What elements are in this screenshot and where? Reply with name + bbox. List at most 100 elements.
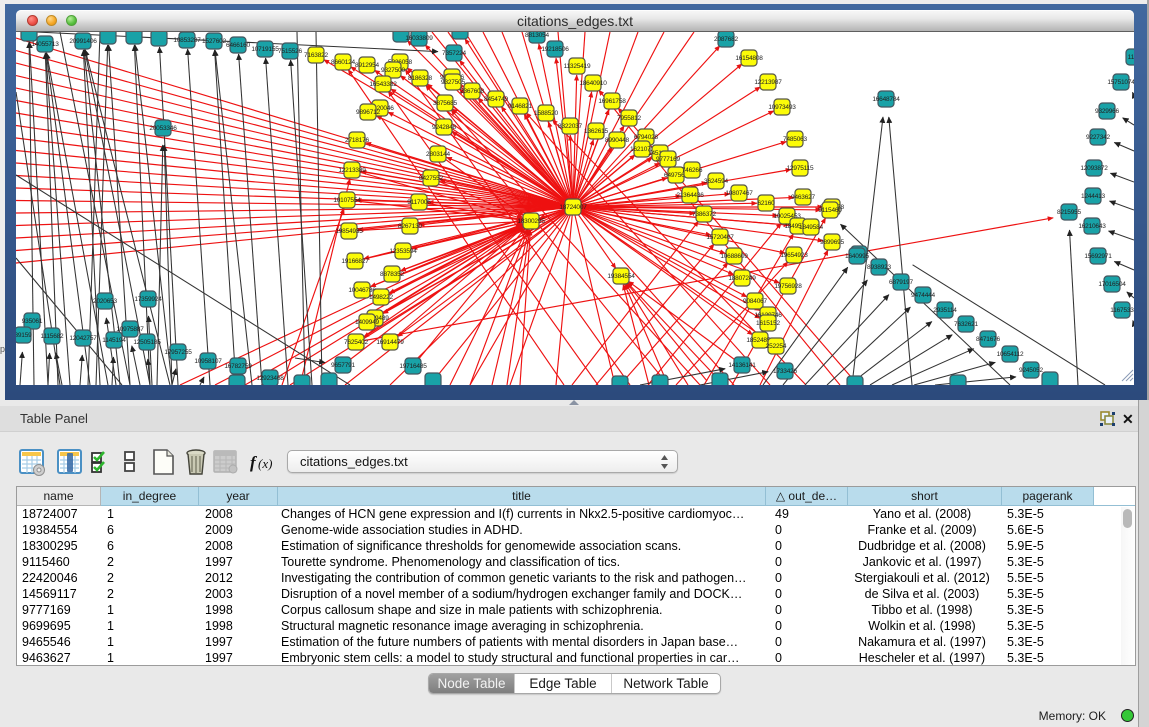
svg-text:1588520: 1588520 xyxy=(534,110,558,117)
svg-text:1167533: 1167533 xyxy=(1110,307,1134,314)
svg-text:9777169: 9777169 xyxy=(656,156,680,163)
svg-text:12923468: 12923468 xyxy=(256,375,284,382)
svg-text:f: f xyxy=(250,453,258,472)
svg-text:17359924: 17359924 xyxy=(134,296,162,303)
svg-text:8938923: 8938923 xyxy=(867,264,891,271)
svg-text:1145194: 1145194 xyxy=(102,337,126,344)
svg-text:10046786: 10046786 xyxy=(348,287,376,294)
svg-text:3875685: 3875685 xyxy=(433,100,457,107)
svg-text:1849584: 1849584 xyxy=(799,224,823,231)
svg-text:7955812: 7955812 xyxy=(617,115,641,122)
svg-text:18640910: 18640910 xyxy=(579,80,607,87)
svg-text:19384554: 19384554 xyxy=(607,273,635,280)
svg-text:8267130: 8267130 xyxy=(398,223,422,230)
svg-text:1244413: 1244413 xyxy=(1081,193,1105,200)
svg-text:7625402: 7625402 xyxy=(344,339,368,346)
svg-text:7632621: 7632621 xyxy=(954,321,978,328)
svg-text:7515526: 7515526 xyxy=(278,48,302,55)
svg-text:9117006: 9117006 xyxy=(407,199,431,206)
svg-text:16154808: 16154808 xyxy=(735,55,763,62)
svg-text:6466160: 6466160 xyxy=(226,42,250,49)
svg-text:9242848: 9242848 xyxy=(432,124,456,131)
svg-text:16033809: 16033809 xyxy=(405,35,433,42)
svg-text:8215955: 8215955 xyxy=(1057,209,1081,216)
svg-text:935061: 935061 xyxy=(22,318,43,325)
svg-text:252254: 252254 xyxy=(766,343,787,350)
svg-text:15751074: 15751074 xyxy=(1107,79,1134,86)
svg-text:12213389: 12213389 xyxy=(338,167,366,174)
svg-text:1733426: 1733426 xyxy=(773,368,797,375)
svg-text:9329966: 9329966 xyxy=(1095,108,1119,115)
svg-text:10958107: 10958107 xyxy=(194,358,222,365)
svg-text:1615152: 1615152 xyxy=(756,320,780,327)
svg-text:12353594: 12353594 xyxy=(389,248,417,255)
svg-text:19854935: 19854935 xyxy=(335,228,363,235)
svg-text:9146821: 9146821 xyxy=(508,103,532,110)
svg-text:14055713: 14055713 xyxy=(31,41,59,48)
svg-text:12213987: 12213987 xyxy=(754,79,782,86)
svg-text:1527602: 1527602 xyxy=(202,38,226,45)
svg-text:10688609: 10688609 xyxy=(720,253,748,260)
svg-text:2718176: 2718176 xyxy=(345,137,369,144)
svg-text:7386372: 7386372 xyxy=(692,211,716,218)
svg-text:17957255: 17957255 xyxy=(164,349,192,356)
svg-text:(x): (x) xyxy=(258,456,272,471)
svg-text:10107554: 10107554 xyxy=(333,197,361,204)
svg-text:7485063: 7485063 xyxy=(783,136,807,143)
svg-text:1362615: 1362615 xyxy=(584,128,608,135)
svg-text:9327500: 9327500 xyxy=(381,67,405,74)
svg-text:12975115: 12975115 xyxy=(787,165,814,172)
svg-text:19716485: 19716485 xyxy=(399,363,427,370)
svg-text:16648784: 16648784 xyxy=(872,96,900,103)
svg-text:2935114: 2935114 xyxy=(933,307,957,314)
svg-text:9084067: 9084067 xyxy=(743,298,767,305)
svg-text:16961758: 16961758 xyxy=(598,98,626,105)
svg-text:10975887: 10975887 xyxy=(116,326,144,333)
svg-text:12042757: 12042757 xyxy=(69,335,97,342)
svg-text:9327505: 9327505 xyxy=(441,79,465,86)
svg-text:10853287: 10853287 xyxy=(173,37,201,44)
svg-text:18807249: 18807249 xyxy=(728,275,756,282)
svg-text:9115460: 9115460 xyxy=(818,207,842,214)
svg-text:12505185: 12505185 xyxy=(133,339,161,346)
svg-text:10654112: 10654112 xyxy=(997,351,1024,358)
svg-text:11325419: 11325419 xyxy=(564,63,591,70)
svg-text:3624594: 3624594 xyxy=(704,178,728,185)
svg-text:1640995: 1640995 xyxy=(845,253,869,260)
svg-text:6794028: 6794028 xyxy=(634,134,658,141)
svg-text:8878352: 8878352 xyxy=(380,271,404,278)
svg-text:8322037: 8322037 xyxy=(558,123,582,130)
svg-text:9474444: 9474444 xyxy=(911,292,935,299)
svg-text:6879197: 6879197 xyxy=(889,279,913,286)
svg-text:8912954: 8912954 xyxy=(355,62,379,69)
svg-text:2020653: 2020653 xyxy=(93,298,117,305)
svg-text:10719155: 10719155 xyxy=(251,46,279,53)
svg-text:1498222: 1498222 xyxy=(369,294,393,301)
svg-text:15720407: 15720407 xyxy=(706,234,734,241)
svg-text:19166827: 19166827 xyxy=(341,258,369,265)
svg-text:15692971: 15692971 xyxy=(1084,253,1112,260)
svg-text:9227342: 9227342 xyxy=(1086,134,1110,141)
svg-text:10973493: 10973493 xyxy=(768,104,796,111)
svg-text:1117: 1117 xyxy=(1128,54,1134,61)
svg-text:746266: 746266 xyxy=(682,167,703,174)
svg-text:19654923: 19654923 xyxy=(780,252,808,259)
svg-text:9245052: 9245052 xyxy=(1019,367,1043,374)
svg-text:16210643: 16210643 xyxy=(1078,223,1106,230)
svg-text:2367608: 2367608 xyxy=(460,88,484,95)
svg-text:12093872: 12093872 xyxy=(1080,165,1108,172)
svg-text:19756928: 19756928 xyxy=(774,283,802,290)
svg-text:21364436: 21364436 xyxy=(676,192,704,199)
svg-text:39159: 39159 xyxy=(16,332,32,339)
svg-text:8186328: 8186328 xyxy=(408,75,432,82)
svg-text:2087682: 2087682 xyxy=(714,36,738,43)
svg-text:7163822: 7163822 xyxy=(304,52,328,59)
svg-text:2803144: 2803144 xyxy=(426,151,450,158)
svg-text:9899695: 9899695 xyxy=(820,239,844,246)
svg-text:8990448: 8990448 xyxy=(605,137,629,144)
svg-text:8660124: 8660124 xyxy=(331,59,355,66)
svg-text:9657791: 9657791 xyxy=(331,362,355,369)
svg-text:9896712: 9896712 xyxy=(356,109,380,116)
svg-text:16914479: 16914479 xyxy=(376,339,404,346)
svg-text:20053346: 20053346 xyxy=(149,125,177,132)
